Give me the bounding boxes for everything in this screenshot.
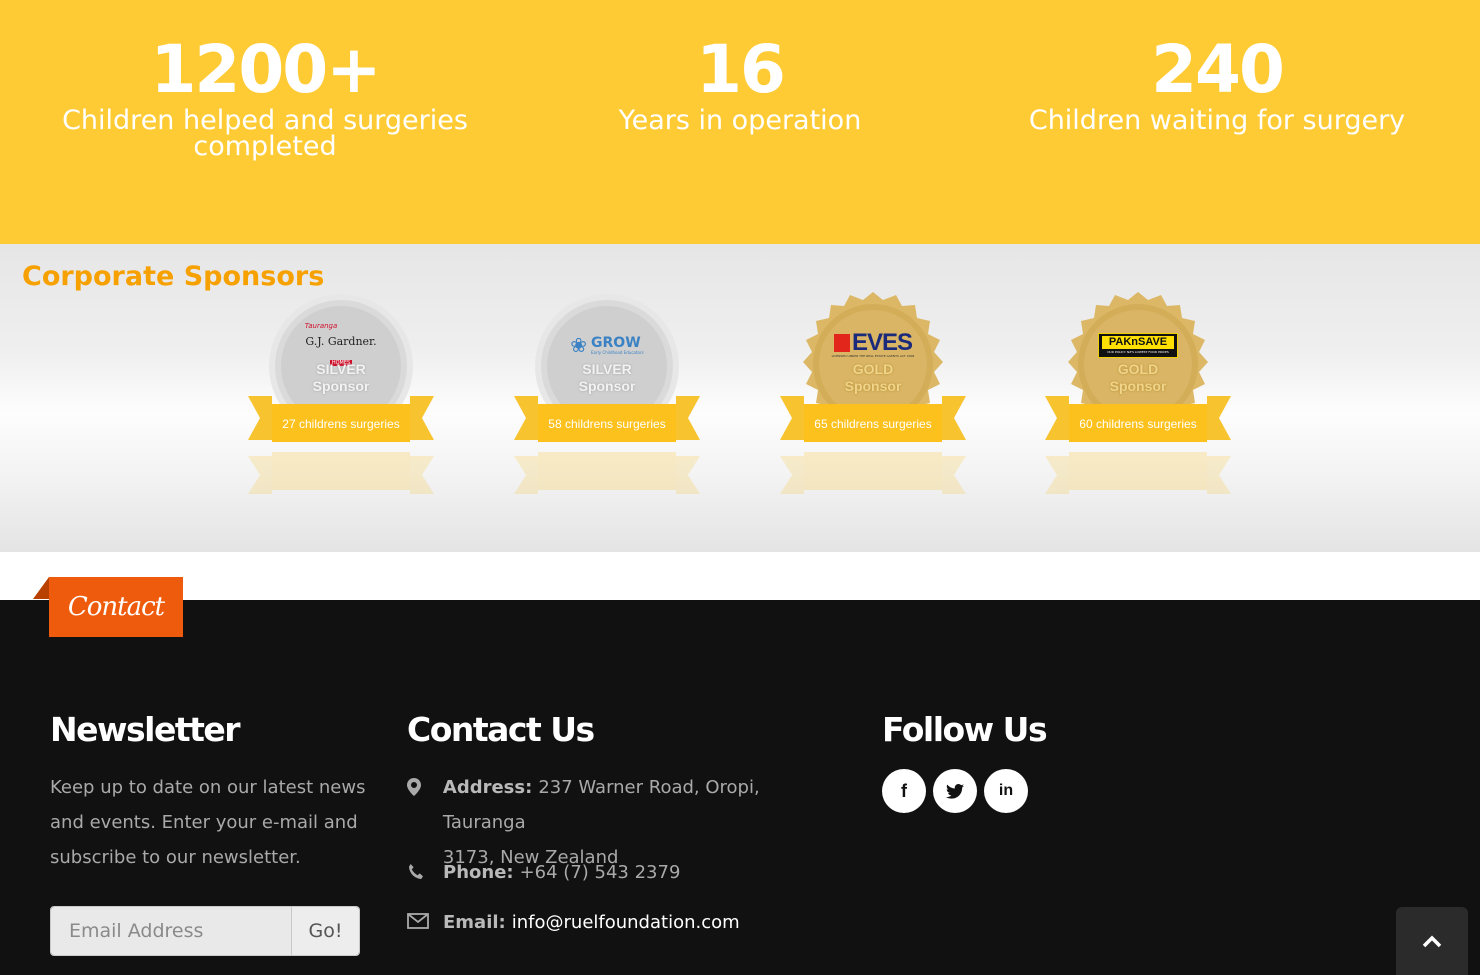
stat-years: 16 Years in operation <box>520 30 960 136</box>
logo-text: G.J. Gardner. <box>305 335 377 348</box>
stats-band: 1200+ Children helped and surgeries comp… <box>0 0 1480 244</box>
newsletter-text: Keep up to date on our latest news and e… <box>50 777 366 868</box>
sponsor-tier: GOLD <box>1117 361 1159 377</box>
email-input[interactable] <box>51 907 291 955</box>
sponsor-surgery-count: 65 childrens surgeries <box>814 417 932 431</box>
tab-fold <box>33 577 49 599</box>
sponsor-tier: SILVER <box>582 361 632 377</box>
corporate-sponsors-section: Corporate Sponsors Tauranga G.J. Gardner… <box>0 244 1480 552</box>
logo-text: GROW <box>591 334 641 351</box>
phone-number[interactable]: +64 (7) 543 2379 <box>520 855 681 890</box>
sponsor-tier-word: Sponsor <box>844 378 902 394</box>
stat-number: 16 <box>696 31 786 108</box>
stat-children-helped: 1200+ Children helped and surgeries comp… <box>45 30 485 162</box>
footer: Newsletter Keep up to date on our latest… <box>0 600 1480 975</box>
sponsor-tier: SILVER <box>316 361 366 377</box>
contact-phone: Phone: +64 (7) 543 2379 <box>407 855 680 890</box>
sponsor-tier-word: Sponsor <box>312 378 370 394</box>
sponsor-logo-eves: EVES LICENSED UNDER THE REAL ESTATE AGEN… <box>825 330 921 360</box>
email-label: Email: <box>443 912 506 933</box>
stat-number: 240 <box>1151 31 1285 108</box>
subscribe-go-button[interactable]: Go! <box>291 907 359 955</box>
facebook-glyph: f <box>901 780 907 801</box>
sponsor-tier-word: Sponsor <box>578 378 636 394</box>
email-link[interactable]: info@ruelfoundation.com <box>512 905 740 940</box>
linkedin-icon[interactable]: in <box>984 769 1028 813</box>
back-to-top-button[interactable] <box>1396 907 1468 975</box>
twitter-icon[interactable] <box>933 769 977 813</box>
logo-text: PAKnSAVE <box>1102 335 1174 349</box>
logo-sub: Early Childhood Educators <box>591 349 644 355</box>
social-links: f in <box>882 769 1028 813</box>
address-label: Address: <box>442 777 533 798</box>
stat-waiting: 240 Children waiting for surgery <box>997 30 1437 136</box>
linkedin-glyph: in <box>998 782 1014 799</box>
stat-label: Years in operation <box>618 105 862 136</box>
contact-us-title: Contact Us <box>407 710 595 749</box>
phone-label: Phone: <box>443 862 514 883</box>
stat-number: 1200+ <box>150 31 382 108</box>
silver-medal-icon <box>514 294 700 494</box>
logo-text: EVES <box>851 329 913 356</box>
sponsor-badge-eves[interactable]: EVES LICENSED UNDER THE REAL ESTATE AGEN… <box>780 292 966 512</box>
sponsor-logo-grow: ❀ GROW Early Childhood Educators <box>559 330 655 360</box>
stat-label: Children waiting for surgery <box>1028 105 1406 136</box>
sponsor-tier: GOLD <box>852 361 894 377</box>
contact-tab-label: Contact <box>49 577 183 637</box>
newsletter-title: Newsletter <box>50 710 241 749</box>
sponsor-badge-gj-gardner[interactable]: Tauranga G.J. Gardner. HOMES SILVER Spon… <box>248 292 434 512</box>
sponsor-badge-paknsave[interactable]: PAKnSAVE OUR POLICY: NZ'S LOWEST FOOD PR… <box>1045 292 1231 512</box>
follow-us-title: Follow Us <box>882 710 1048 749</box>
sponsor-surgery-count: 58 childrens surgeries <box>548 417 666 431</box>
gold-medal-icon <box>1045 292 1231 494</box>
sponsors-title: Corporate Sponsors <box>22 261 325 292</box>
gold-medal-icon <box>780 292 966 494</box>
facebook-icon[interactable]: f <box>882 769 926 813</box>
sponsor-tier-word: Sponsor <box>1109 378 1167 394</box>
contact-tab: Contact <box>33 577 183 637</box>
envelope-icon <box>407 905 443 940</box>
phone-icon <box>407 855 443 890</box>
tree-icon: ❀ <box>570 333 588 357</box>
logo-sub: LICENSED UNDER THE REAL ESTATE AGENTS AC… <box>831 354 915 358</box>
logo-sub: Tauranga <box>304 322 338 330</box>
sponsor-surgery-count: 60 childrens surgeries <box>1079 417 1197 431</box>
sponsor-badge-grow[interactable]: ❀ GROW Early Childhood Educators SILVER … <box>514 292 700 512</box>
sponsor-logo-paknsave: PAKnSAVE OUR POLICY: NZ'S LOWEST FOOD PR… <box>1090 330 1186 360</box>
stat-label-line2: completed <box>193 131 337 162</box>
contact-email: Email: info@ruelfoundation.com <box>407 905 740 940</box>
eves-red-block-icon <box>833 334 850 352</box>
sponsor-logo-gj-gardner: Tauranga G.J. Gardner. HOMES <box>293 322 389 366</box>
sponsor-surgery-count: 27 childrens surgeries <box>282 417 400 431</box>
logo-sub: OUR POLICY: NZ'S LOWEST FOOD PRICES <box>1107 349 1169 354</box>
newsletter-form: Go! <box>50 906 360 956</box>
chevron-up-icon <box>1422 935 1442 948</box>
